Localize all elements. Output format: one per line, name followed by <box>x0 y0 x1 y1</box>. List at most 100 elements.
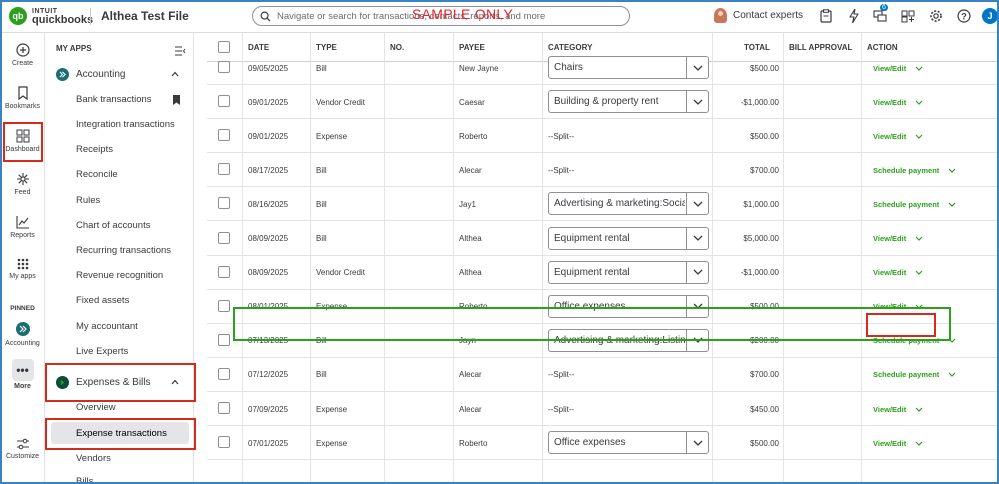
chevron-down-icon[interactable] <box>948 202 956 207</box>
nav-link-chart-of-accounts[interactable]: Chart of accounts <box>76 220 150 231</box>
nav-link-bills[interactable]: Bills <box>76 476 93 484</box>
row-checkbox[interactable] <box>218 265 230 278</box>
chevron-down-icon[interactable] <box>915 270 923 275</box>
table-row[interactable]: 07/12/2025 Bill Alecar --Split-- $700.00 Sche… <box>207 358 999 392</box>
row-action-link[interactable]: Schedule payment <box>873 370 939 379</box>
row-checkbox[interactable] <box>218 402 230 414</box>
chevron-down-icon[interactable] <box>686 329 708 351</box>
nav-link-receipts[interactable]: Receipts <box>76 144 113 155</box>
rail-reports[interactable]: Reports <box>0 215 45 239</box>
row-checkbox[interactable] <box>218 95 230 108</box>
category-select[interactable]: Office expenses <box>548 431 709 455</box>
nav-link-vendors[interactable]: Vendors <box>76 453 111 464</box>
table-row[interactable]: 08/17/2025 Bill Alecar --Split-- $700.00 Sche… <box>207 153 999 188</box>
nav-section-accounting[interactable]: Accounting <box>56 68 179 81</box>
chevron-down-icon[interactable] <box>915 100 923 105</box>
row-action-link[interactable]: View/Edit <box>873 268 906 277</box>
rail-feed[interactable]: Feed <box>0 172 45 196</box>
apps-icon[interactable] <box>900 8 916 24</box>
notifications-icon[interactable]: 6 <box>872 4 888 24</box>
nav-link-my-accountant[interactable]: My accountant <box>76 321 138 332</box>
table-row[interactable]: 09/01/2025 Vendor Credit Caesar Building & … <box>207 85 999 120</box>
row-checkbox[interactable] <box>218 231 230 244</box>
contact-experts-button[interactable]: Contact experts <box>714 8 803 23</box>
row-checkbox[interactable] <box>218 163 230 176</box>
bookmark-filled-icon[interactable] <box>172 95 181 105</box>
row-action-link[interactable]: View/Edit <box>873 439 906 448</box>
category-select[interactable]: Advertising & marketing:Social media <box>548 192 709 216</box>
nav-link-integration-transactions[interactable]: Integration transactions <box>76 119 175 130</box>
category-select[interactable]: Office expenses <box>548 294 709 318</box>
nav-link-recurring-transactions[interactable]: Recurring transactions <box>76 245 171 256</box>
table-row[interactable]: 09/05/2025 Bill New Jayne Chairs $500.00 View… <box>207 51 999 85</box>
table-row[interactable]: 08/01/2025 Expense Roberto Office expenses $… <box>207 290 999 324</box>
category-select[interactable]: Advertising & marketing:Listing fees <box>548 328 709 352</box>
chevron-down-icon[interactable] <box>686 295 708 317</box>
rail-customize[interactable]: Customize <box>0 438 45 460</box>
category-select[interactable]: Equipment rental <box>548 260 709 284</box>
rail-pinned-accounting[interactable]: Accounting <box>0 322 45 347</box>
quickbooks-logo[interactable]: qb INTUIT quickbooks <box>9 7 93 26</box>
row-action-link[interactable]: View/Edit <box>873 405 906 414</box>
nav-link-reconcile[interactable]: Reconcile <box>76 169 118 180</box>
rail-more[interactable]: ••• More <box>0 359 45 390</box>
row-checkbox[interactable] <box>218 436 230 449</box>
nav-link-overview[interactable]: Overview <box>76 402 116 413</box>
chevron-down-icon[interactable] <box>915 236 923 241</box>
tasks-clipboard-icon[interactable] <box>818 8 834 24</box>
table-row[interactable]: 08/09/2025 Bill Althea Equipment rental $5,0… <box>207 222 999 256</box>
chevron-down-icon[interactable] <box>915 66 923 71</box>
row-checkbox[interactable] <box>218 197 230 210</box>
row-action-link[interactable]: Schedule payment <box>873 166 939 175</box>
table-row[interactable]: 09/01/2025 Expense Roberto --Split-- $500.00… <box>207 119 999 154</box>
row-action-link[interactable]: Schedule payment <box>873 336 939 345</box>
help-icon[interactable]: ? <box>956 8 972 24</box>
table-row[interactable]: 07/09/2025 Expense Alecar --Split-- $450.00 V… <box>207 392 999 426</box>
gear-icon[interactable] <box>928 8 944 24</box>
chevron-down-icon[interactable] <box>686 432 708 454</box>
chevron-down-icon[interactable] <box>915 441 923 446</box>
row-action-link[interactable]: View/Edit <box>873 302 906 311</box>
rail-create[interactable]: Create <box>0 43 45 67</box>
nav-link-fixed-assets[interactable]: Fixed assets <box>76 295 129 306</box>
category-select[interactable]: Chairs <box>548 56 709 79</box>
chevron-down-icon[interactable] <box>686 227 708 249</box>
table-row[interactable]: 08/09/2025 Vendor Credit Althea Equipment r… <box>207 256 999 290</box>
user-avatar[interactable]: J <box>982 8 998 24</box>
row-checkbox[interactable] <box>218 333 230 346</box>
row-checkbox[interactable] <box>218 61 230 73</box>
chevron-down-icon[interactable] <box>686 91 708 113</box>
row-action-link[interactable]: Schedule payment <box>873 200 939 209</box>
table-row[interactable]: 07/01/2025 Expense Roberto Office expenses $… <box>207 426 999 461</box>
table-row[interactable]: 08/16/2025 Bill Jay1 Advertising & marketin… <box>207 187 999 222</box>
chevron-down-icon[interactable] <box>948 372 956 378</box>
table-row[interactable]: 07/13/2025 Bill Jayn Advertising & marketin… <box>207 324 999 358</box>
chevron-down-icon[interactable] <box>948 168 956 173</box>
nav-link-rules[interactable]: Rules <box>76 195 100 206</box>
chevron-down-icon[interactable] <box>686 193 708 215</box>
chevron-down-icon[interactable] <box>915 134 923 139</box>
lightning-icon[interactable] <box>846 8 862 24</box>
chevron-down-icon[interactable] <box>686 57 708 78</box>
row-action-link[interactable]: View/Edit <box>873 132 906 141</box>
row-checkbox[interactable] <box>218 129 230 142</box>
row-action-link[interactable]: View/Edit <box>873 98 906 107</box>
rail-dashboard[interactable]: Dashboard <box>0 129 45 153</box>
row-checkbox[interactable] <box>218 299 230 312</box>
category-select[interactable]: Building & property rent <box>548 90 709 114</box>
nav-link-expense-transactions[interactable]: Expense transactions <box>76 428 167 439</box>
nav-link-bank-transactions[interactable]: Bank transactions <box>76 94 152 105</box>
chevron-down-icon[interactable] <box>915 407 923 412</box>
category-select[interactable]: Equipment rental <box>548 226 709 250</box>
rail-my-apps[interactable]: My apps <box>0 258 45 280</box>
nav-section-expenses-bills[interactable]: Expenses & Bills <box>56 376 179 389</box>
rail-bookmarks[interactable]: Bookmarks <box>0 86 45 110</box>
nav-link-revenue-recognition[interactable]: Revenue recognition <box>76 270 163 281</box>
row-action-link[interactable]: View/Edit <box>873 234 906 243</box>
row-checkbox[interactable] <box>218 367 230 380</box>
chevron-down-icon[interactable] <box>915 304 923 310</box>
nav-link-live-experts[interactable]: Live Experts <box>76 346 128 357</box>
chevron-down-icon[interactable] <box>948 338 956 344</box>
chevron-down-icon[interactable] <box>686 261 708 283</box>
collapse-panel-icon[interactable] <box>174 43 186 61</box>
